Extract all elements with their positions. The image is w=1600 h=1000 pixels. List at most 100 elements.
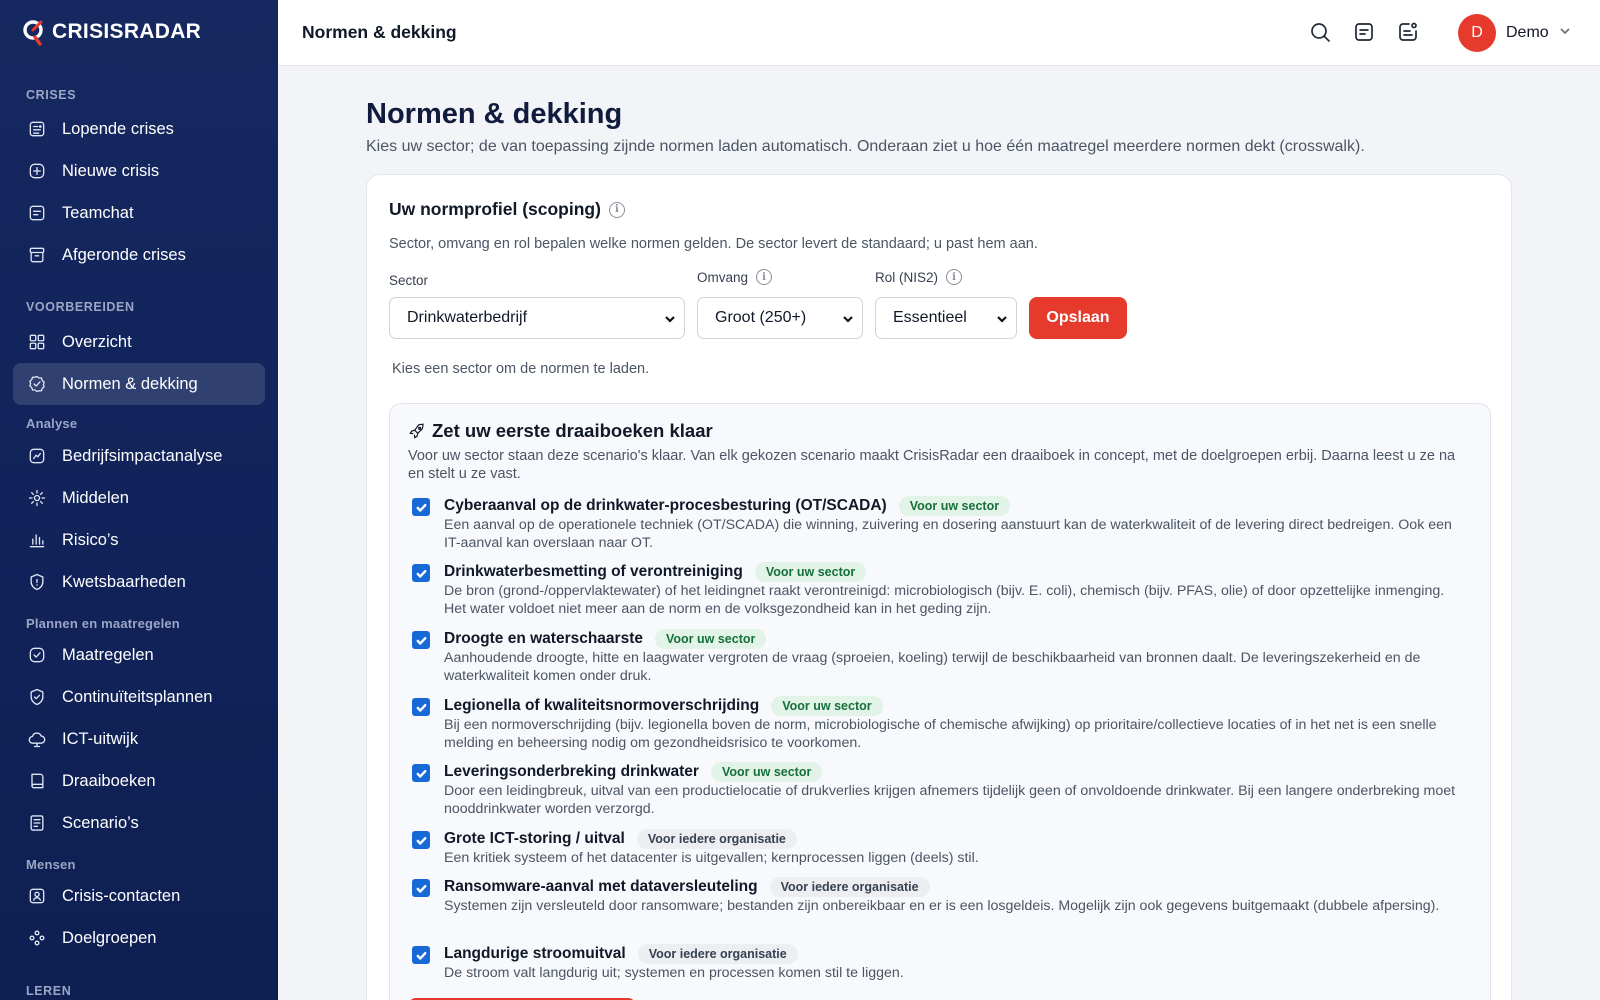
scenario-header: Cyberaanval op de drinkwater-procesbestu… — [444, 496, 1011, 516]
info-icon[interactable]: i — [946, 269, 963, 285]
scenario-description: Systemen zijn versleuteld door ransomwar… — [444, 898, 1440, 914]
grid-icon — [27, 332, 47, 352]
size-select[interactable]: Groot (250+) — [697, 297, 863, 339]
avatar[interactable]: D — [1458, 14, 1496, 52]
sidebar-item-label: Middelen — [62, 488, 129, 507]
sidebar-item-kwetsbaarheden[interactable]: Kwetsbaarheden — [13, 561, 265, 603]
sidebar-item-overzicht[interactable]: Overzicht — [13, 321, 265, 363]
scenario-checkbox[interactable] — [412, 498, 430, 516]
sidebar-item-scenarios[interactable]: Scenario’s — [13, 802, 265, 844]
role-select[interactable]: Essentieel — [875, 297, 1017, 339]
shield-check-icon — [27, 687, 47, 707]
scenario-description: De bron (grond-/oppervlaktewater) of het… — [444, 583, 1445, 617]
chevron-down-icon[interactable] — [1558, 24, 1572, 38]
scenario-header: Ransomware-aanval met dataversleuteling … — [444, 877, 930, 897]
scenario-header: Leveringsonderbreking drinkwater Voor uw… — [444, 762, 823, 782]
group-icon — [27, 928, 47, 948]
sidebar-item-label: Continuïteitsplannen — [62, 687, 213, 706]
size-select-value: Groot (250+) — [715, 309, 807, 326]
checkmark-icon — [416, 836, 426, 845]
sidebar-item-teamchat[interactable]: Teamchat — [13, 192, 265, 234]
info-icon[interactable]: i — [756, 269, 773, 285]
scenario-title: Grote ICT-storing / uitval — [444, 830, 625, 847]
sidebar-item-afgeronde-crises[interactable]: Afgeronde crises — [13, 234, 265, 276]
scenario-header: Legionella of kwaliteitsnormoverschrijdi… — [444, 696, 883, 716]
playbooks-title-text: Zet uw eerste draaiboeken klaar — [432, 420, 713, 441]
nav-section-voorbereiden: VOORBEREIDEN — [26, 300, 135, 314]
sidebar-item-label: Afgeronde crises — [62, 245, 186, 264]
sidebar-item-label: Maatregelen — [62, 645, 154, 664]
chat-icon — [27, 203, 47, 223]
role-label-text: Rol (NIS2) — [875, 269, 939, 285]
sidebar-item-nieuwe-crisis[interactable]: Nieuwe crisis — [13, 150, 265, 192]
sidebar-item-label: Risico’s — [62, 530, 119, 549]
top-bar: Normen & dekking D Demo — [278, 0, 1600, 66]
nav-section-analyse: Analyse — [26, 416, 78, 431]
scenario-badge: Voor iedere organisatie — [636, 829, 797, 849]
sidebar-item-draaiboeken[interactable]: Draaiboeken — [13, 760, 265, 802]
scenario-description: Een aanval op de operationele techniek (… — [444, 517, 1452, 551]
nav-section-mensen: Mensen — [26, 857, 76, 872]
scenario-badge: Voor uw sector — [710, 762, 823, 782]
sector-label: Sector — [389, 273, 428, 288]
scenario-badge: Voor uw sector — [655, 629, 767, 649]
scenario-title: Ransomware-aanval met dataversleuteling — [444, 878, 758, 895]
sidebar-item-bedrijfsimpactanalyse[interactable]: Bedrijfsimpactanalyse — [13, 435, 265, 477]
checkmark-icon — [416, 503, 426, 512]
checkmark-icon — [416, 884, 426, 893]
scenario-checkbox[interactable] — [412, 831, 430, 849]
scenario-checkbox[interactable] — [412, 946, 430, 964]
app-logo[interactable]: CRISISRADAR — [22, 18, 201, 46]
scenario-description: Bij een normoverschrijding (bijv. legion… — [444, 717, 1437, 751]
sidebar-item-middelen[interactable]: Middelen — [13, 477, 265, 519]
sidebar-item-doelgroepen[interactable]: Doelgroepen — [13, 917, 265, 959]
messages-icon[interactable] — [1352, 20, 1378, 46]
sidebar-item-label: Crisis-contacten — [62, 886, 181, 905]
sidebar-item-continuiteitsplannen[interactable]: Continuïteitsplannen — [13, 676, 265, 718]
user-name[interactable]: Demo — [1506, 24, 1549, 42]
sidebar-item-normen-dekking[interactable]: Normen & dekking — [13, 363, 265, 405]
sector-label-text: Sector — [389, 273, 429, 288]
sidebar-item-lopende-crises[interactable]: Lopende crises — [13, 108, 265, 150]
sector-hint: Kies een sector om de normen te laden. — [392, 361, 650, 377]
save-button[interactable]: Opslaan — [1029, 297, 1127, 339]
scenario-checkbox[interactable] — [412, 564, 430, 582]
notifications-icon[interactable] — [1396, 20, 1422, 46]
card-title: Uw normprofiel (scoping) i — [389, 199, 625, 220]
sidebar: CRISISRADAR CRISES Lopende crises Nieuwe… — [0, 0, 278, 1000]
scenario-header: Langdurige stroomuitval Voor iedere orga… — [444, 944, 798, 964]
sidebar-item-risicos[interactable]: Risico’s — [13, 519, 265, 561]
sidebar-item-ict-uitwijk[interactable]: ICT-uitwijk — [13, 718, 265, 760]
sidebar-item-label: Bedrijfsimpactanalyse — [62, 446, 223, 465]
scenario-title: Droogte en waterschaarste — [444, 630, 643, 647]
scenario-description: Door een leidingbreuk, uitval van een pr… — [444, 783, 1456, 817]
plus-square-icon — [27, 161, 47, 181]
scenario-checkbox[interactable] — [412, 879, 430, 897]
sidebar-item-maatregelen[interactable]: Maatregelen — [13, 634, 265, 676]
sidebar-item-crisis-contacten[interactable]: Crisis-contacten — [13, 875, 265, 917]
shield-alert-icon — [27, 572, 47, 592]
sidebar-item-label: Draaiboeken — [62, 771, 156, 790]
scenario-title: Drinkwaterbesmetting of verontreiniging — [444, 563, 743, 580]
radar-logo-icon — [23, 20, 43, 46]
norm-profile-title: Uw normprofiel (scoping) — [389, 199, 601, 219]
scenario-checkbox[interactable] — [412, 764, 430, 782]
scenario-checkbox[interactable] — [412, 698, 430, 716]
nav-section-leren: LEREN — [26, 984, 72, 998]
scenario-badge: Voor iedere organisatie — [769, 877, 930, 897]
sidebar-item-label: Doelgroepen — [62, 928, 157, 947]
select-caret-icon — [996, 312, 1008, 324]
info-icon[interactable]: i — [608, 201, 625, 218]
bar-chart-icon — [27, 530, 47, 550]
page-subtitle: Kies uw sector; de van toepassing zijnde… — [366, 138, 1365, 155]
cloud-icon — [27, 729, 47, 749]
sidebar-item-label: Nieuwe crisis — [62, 161, 160, 180]
search-icon[interactable] — [1308, 20, 1334, 46]
scenario-badge: Voor iedere organisatie — [637, 944, 798, 964]
playbooks-panel: Zet uw eerste draaiboeken klaar Voor uw … — [389, 403, 1491, 1000]
scenario-checkbox[interactable] — [412, 631, 430, 649]
sector-select[interactable]: Drinkwaterbedrijf — [389, 297, 685, 339]
role-label: Rol (NIS2) i — [875, 269, 963, 285]
checkmark-icon — [416, 769, 426, 778]
sidebar-item-label: Normen & dekking — [62, 374, 198, 393]
